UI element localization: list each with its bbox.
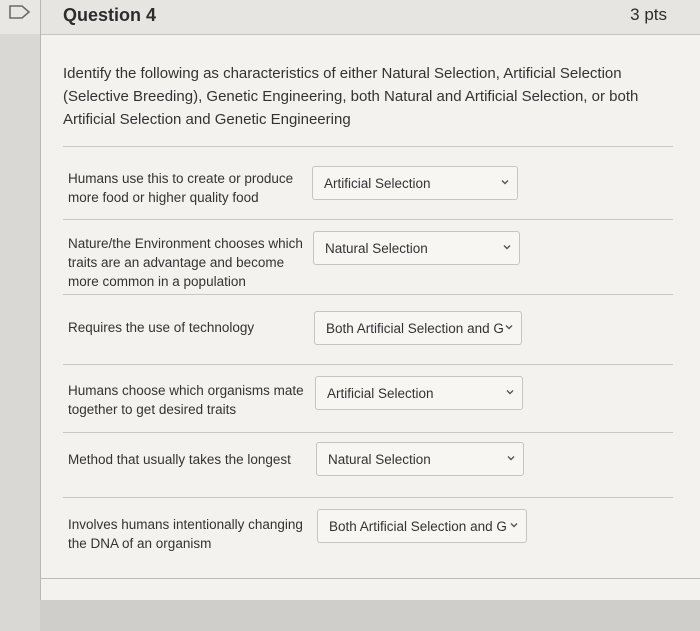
question-header: Question 4 3 pts <box>41 0 700 35</box>
selected-value: Natural Selection <box>328 452 431 467</box>
divider <box>63 497 673 498</box>
answer-select[interactable]: Natural Selection <box>313 231 520 265</box>
chevron-down-icon <box>505 325 513 330</box>
flag-question-button[interactable] <box>0 0 40 34</box>
card-bottom-border <box>41 578 700 579</box>
question-title: Question 4 <box>63 5 157 25</box>
answer-select[interactable]: Natural Selection <box>316 442 524 476</box>
chevron-down-icon <box>510 523 518 528</box>
match-label: Involves humans intentionally changing t… <box>68 517 303 551</box>
selected-value: Both Artificial Selection and G <box>329 519 507 534</box>
bookmark-flag-icon <box>9 5 31 19</box>
match-label: Nature/the Environment chooses which tra… <box>68 236 303 289</box>
match-label: Humans choose which organisms mate toget… <box>68 383 304 417</box>
divider <box>63 146 673 147</box>
selected-value: Both Artificial Selection and G <box>326 321 504 336</box>
question-points: 3 pts <box>630 5 667 24</box>
page-background-strip <box>40 600 700 631</box>
match-label: Humans use this to create or produce mor… <box>68 171 294 205</box>
divider <box>63 364 673 365</box>
divider <box>63 294 673 295</box>
answer-select[interactable]: Both Artificial Selection and G <box>314 311 522 345</box>
chevron-down-icon <box>501 180 509 185</box>
question-prompt: Identify the following as characteristic… <box>63 65 639 128</box>
selected-value: Natural Selection <box>325 241 428 256</box>
answer-select[interactable]: Artificial Selection <box>315 376 523 410</box>
selected-value: Artificial Selection <box>324 176 431 191</box>
question-card: Question 4 3 pts Identify the following … <box>40 0 700 600</box>
divider <box>63 432 673 433</box>
answer-select[interactable]: Artificial Selection <box>312 166 518 200</box>
chevron-down-icon <box>507 456 515 461</box>
selected-value: Artificial Selection <box>327 386 434 401</box>
chevron-down-icon <box>503 245 511 250</box>
match-label: Requires the use of technology <box>68 320 255 335</box>
answer-select[interactable]: Both Artificial Selection and G <box>317 509 527 543</box>
chevron-down-icon <box>506 390 514 395</box>
match-label: Method that usually takes the longest <box>68 452 291 467</box>
divider <box>63 219 673 220</box>
